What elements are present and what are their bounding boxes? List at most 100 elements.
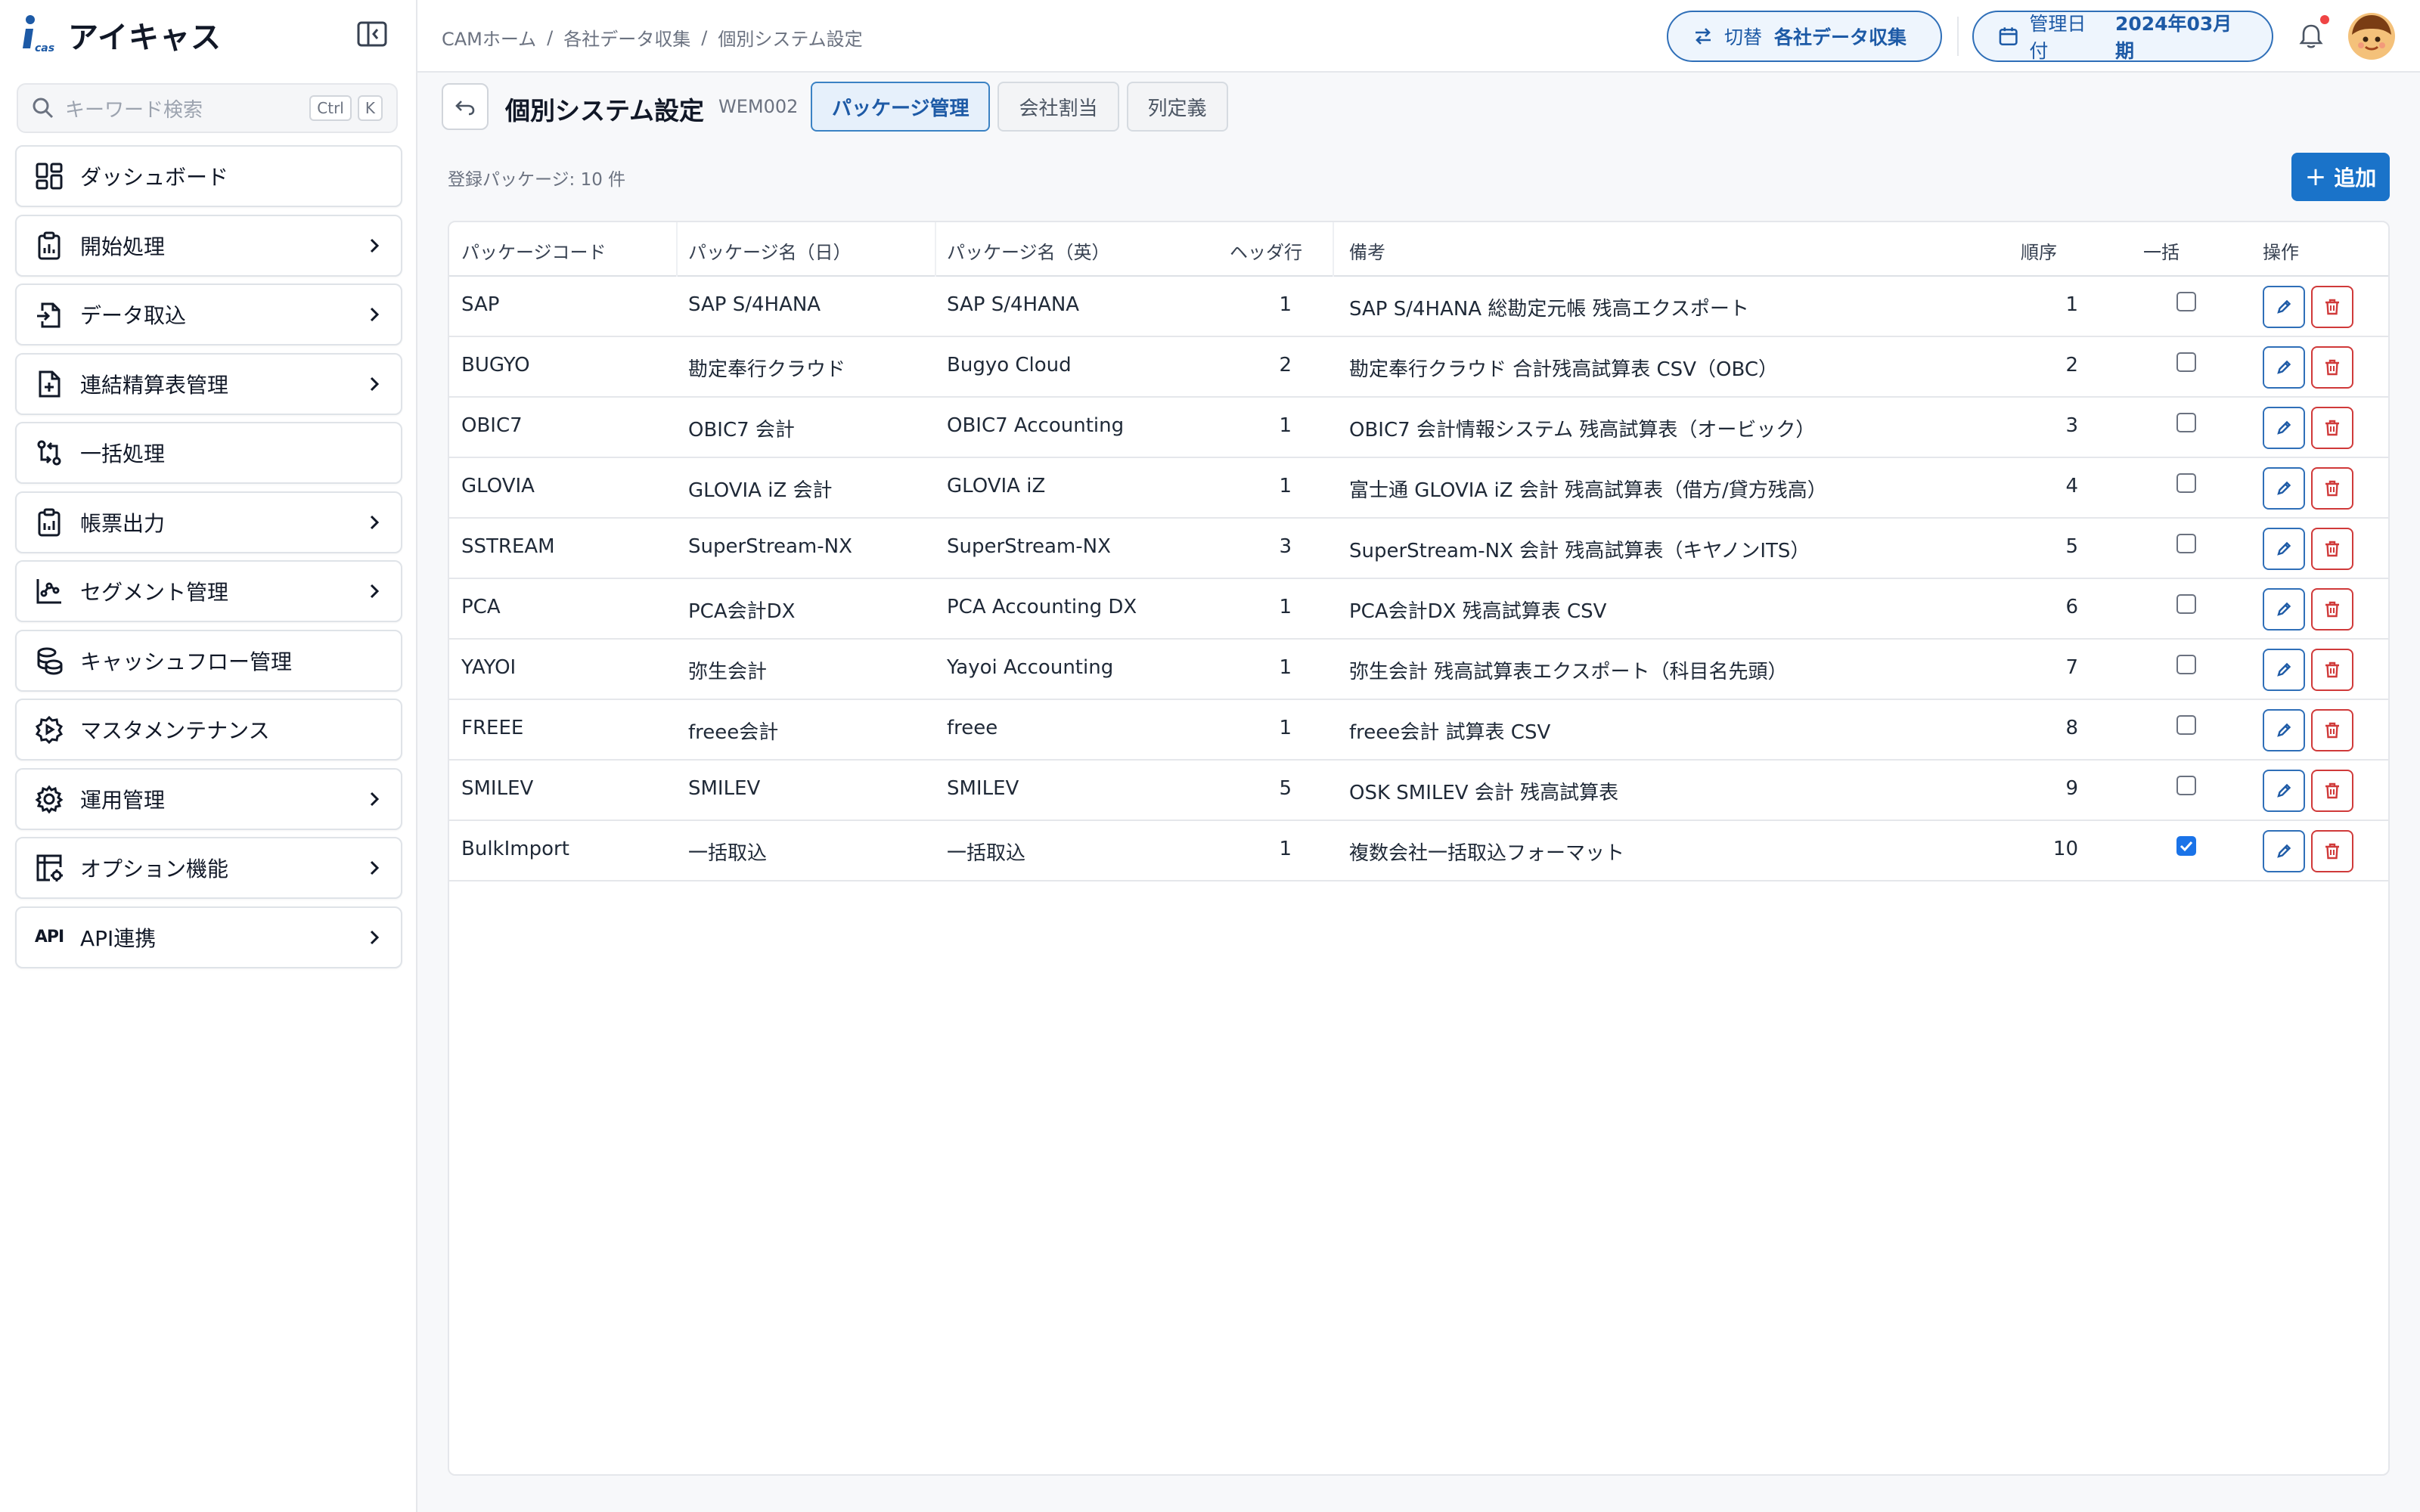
sidebar-item-data-import[interactable]: データ取込 [15, 284, 402, 345]
search-input[interactable]: キーワード検索 [65, 94, 303, 122]
column-header-name-en[interactable]: パッケージ名（英） [947, 237, 1110, 264]
cell-header-rows: 1 [1279, 717, 1292, 739]
cell-order: 5 [2065, 535, 2078, 558]
sidebar-item-label: 一括処理 [80, 442, 166, 466]
sidebar-item-label: 開始処理 [80, 234, 166, 259]
file-import-icon [33, 299, 65, 330]
tab-package-management[interactable]: パッケージ管理 [811, 82, 991, 132]
column-header-header-rows[interactable]: ヘッダ行 [1230, 237, 1302, 264]
sidebar-item-options[interactable]: オプション機能 [15, 837, 402, 899]
sidebar-item-consolidation[interactable]: 連結精算表管理 [15, 352, 402, 415]
page-code: WEM002 [718, 96, 799, 117]
chevron-right-icon [370, 584, 380, 599]
edit-button[interactable] [2263, 467, 2305, 510]
table-row[interactable]: BUGYO 勘定奉行クラウド Bugyo Cloud 2 勘定奉行クラウド 合計残高試算… [449, 337, 2388, 398]
sidebar-item-segment[interactable]: セグメント管理 [15, 560, 402, 622]
bulk-checkbox[interactable] [2176, 715, 2196, 735]
column-header-order[interactable]: 順序 [2021, 237, 2057, 264]
bulk-checkbox[interactable] [2176, 776, 2196, 795]
sidebar-item-start-processing[interactable]: 開始処理 [15, 214, 402, 277]
edit-button[interactable] [2263, 407, 2305, 449]
column-header-code[interactable]: パッケージコード [461, 237, 607, 264]
table-row[interactable]: YAYOI 弥生会計 Yayoi Accounting 1 弥生会計 残高試算表エクスポ… [449, 640, 2388, 700]
delete-button[interactable] [2311, 709, 2353, 751]
delete-button[interactable] [2311, 286, 2353, 328]
bulk-checkbox[interactable] [2176, 534, 2196, 553]
sidebar-item-operations[interactable]: 運用管理 [15, 767, 402, 830]
sidebar-item-label: オプション機能 [80, 857, 229, 881]
add-button[interactable]: + 追加 [2291, 153, 2390, 201]
delete-button[interactable] [2311, 830, 2353, 872]
edit-button[interactable] [2263, 286, 2305, 328]
registered-count: 登録パッケージ: 10 件 [448, 170, 626, 190]
delete-button[interactable] [2311, 770, 2353, 812]
table-row[interactable]: OBIC7 OBIC7 会計 OBIC7 Accounting 1 OBIC7 会計情報… [449, 398, 2388, 458]
clipboard-chart-icon [33, 230, 65, 262]
search-box[interactable]: キーワード検索 Ctrl K [17, 83, 398, 133]
table-row[interactable]: SAP SAP S/4HANA SAP S/4HANA 1 SAP S/4HANA 総勘… [449, 277, 2388, 337]
bulk-checkbox[interactable] [2176, 473, 2196, 493]
management-date-button[interactable]: 管理日付 2024年03月期 [1972, 11, 2273, 62]
bulk-checkbox[interactable] [2176, 594, 2196, 614]
bulk-checkbox[interactable] [2176, 413, 2196, 432]
cell-name-ja: 弥生会計 [688, 661, 768, 683]
edit-button[interactable] [2263, 649, 2305, 691]
delete-button[interactable] [2311, 407, 2353, 449]
chevron-right-icon [370, 792, 380, 806]
table-row[interactable]: BulkImport 一括取込 一括取込 1 複数会社一括取込フォーマット 10 [449, 821, 2388, 881]
column-header-name-ja[interactable]: パッケージ名（日） [688, 237, 852, 264]
bulk-checkbox[interactable] [2176, 655, 2196, 674]
edit-button[interactable] [2263, 830, 2305, 872]
cell-name-en: OBIC7 Accounting [947, 414, 1125, 437]
edit-button[interactable] [2263, 346, 2305, 389]
edit-button[interactable] [2263, 588, 2305, 631]
gear-icon [33, 783, 65, 815]
cell-name-en: SMILEV [947, 777, 1019, 800]
table-row[interactable]: SMILEV SMILEV SMILEV 5 OSK SMILEV 会計 残高試算表 9 [449, 761, 2388, 821]
sidebar-collapse-button[interactable] [355, 20, 389, 48]
cell-note: SuperStream-NX 会計 残高試算表（キヤノンITS） [1349, 540, 1810, 562]
table-row[interactable]: SSTREAM SuperStream-NX SuperStream-NX 3 Supe… [449, 519, 2388, 579]
cell-order: 2 [2065, 354, 2078, 376]
bulk-checkbox[interactable] [2176, 352, 2196, 372]
bell-icon[interactable] [2296, 21, 2326, 51]
delete-button[interactable] [2311, 528, 2353, 570]
sidebar-item-api[interactable]: API API連携 [15, 906, 402, 968]
bulk-checkbox[interactable] [2176, 292, 2196, 311]
tab-column-definition[interactable]: 列定義 [1126, 82, 1228, 132]
tab-company-assignment[interactable]: 会社割当 [997, 82, 1119, 132]
breadcrumb-data-collection[interactable]: 各社データ収集 [563, 24, 690, 51]
sidebar-item-master-maintenance[interactable]: マスタメンテナンス [15, 699, 402, 761]
cell-name-en: Bugyo Cloud [947, 354, 1072, 376]
cell-name-ja: GLOVIA iZ 会計 [688, 479, 833, 502]
delete-button[interactable] [2311, 588, 2353, 631]
edit-button[interactable] [2263, 528, 2305, 570]
column-header-note[interactable]: 備考 [1349, 237, 1385, 264]
sidebar-item-dashboard[interactable]: ダッシュボード [15, 145, 402, 207]
sidebar-item-bulk-processing[interactable]: 一括処理 [15, 422, 402, 484]
sidebar-item-report-output[interactable]: 帳票出力 [15, 491, 402, 553]
sidebar-item-cashflow[interactable]: キャッシュフロー管理 [15, 629, 402, 692]
settings-cog-icon [33, 714, 65, 745]
bulk-checkbox[interactable] [2176, 836, 2196, 856]
back-button[interactable] [442, 83, 489, 130]
table-row[interactable]: PCA PCA会計DX PCA Accounting DX 1 PCA会計DX 残高試算… [449, 579, 2388, 640]
delete-button[interactable] [2311, 346, 2353, 389]
divider [1957, 17, 1959, 56]
breadcrumb-home[interactable]: CAMホーム [442, 24, 536, 51]
cell-code: SSTREAM [461, 535, 555, 558]
brand[interactable]: cas アイキャス [21, 11, 222, 59]
column-header-bulk[interactable]: 一括 [2143, 237, 2180, 264]
cell-code: SAP [461, 293, 500, 316]
delete-button[interactable] [2311, 649, 2353, 691]
switch-module-button[interactable]: 切替 各社データ収集 [1667, 11, 1942, 62]
avatar[interactable] [2347, 12, 2396, 60]
trash-icon [2322, 781, 2342, 801]
edit-button[interactable] [2263, 709, 2305, 751]
chevron-right-icon [370, 515, 380, 529]
swap-icon [1696, 28, 1711, 45]
delete-button[interactable] [2311, 467, 2353, 510]
table-row[interactable]: FREEE freee会計 freee 1 freee会計 試算表 CSV 8 [449, 700, 2388, 761]
edit-button[interactable] [2263, 770, 2305, 812]
table-row[interactable]: GLOVIA GLOVIA iZ 会計 GLOVIA iZ 1 富士通 GLOVIA i… [449, 458, 2388, 519]
